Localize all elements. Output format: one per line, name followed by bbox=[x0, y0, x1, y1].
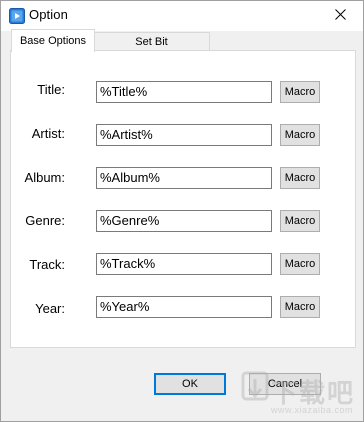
tab-base-options[interactable]: Base Options bbox=[11, 29, 95, 52]
year-label: Year: bbox=[35, 301, 65, 316]
genre-field[interactable]: %Genre% bbox=[96, 210, 272, 232]
tab-strip: Base Options Set Bit bbox=[9, 29, 357, 52]
artist-field[interactable]: %Artist% bbox=[96, 124, 272, 146]
cancel-button[interactable]: Cancel bbox=[249, 373, 321, 395]
year-macro-button[interactable]: Macro bbox=[280, 296, 320, 318]
year-field[interactable]: %Year% bbox=[96, 296, 272, 318]
tab-set-bit[interactable]: Set Bit bbox=[93, 32, 210, 51]
ok-button[interactable]: OK bbox=[154, 373, 226, 395]
genre-macro-button[interactable]: Macro bbox=[280, 210, 320, 232]
title-bar[interactable]: Option bbox=[1, 1, 363, 31]
album-label: Album: bbox=[24, 170, 65, 185]
track-macro-button[interactable]: Macro bbox=[280, 253, 320, 275]
track-field[interactable]: %Track% bbox=[96, 253, 272, 275]
title-label: Title: bbox=[37, 82, 65, 97]
media-player-icon bbox=[9, 8, 25, 24]
watermark-url: www.xiazaiba.com bbox=[271, 405, 354, 415]
album-macro-button[interactable]: Macro bbox=[280, 167, 320, 189]
genre-label: Genre: bbox=[25, 213, 65, 228]
option-dialog: Option Base Options Set Bit Title: %Titl… bbox=[0, 0, 364, 422]
artist-label: Artist: bbox=[31, 126, 65, 141]
tab-label: Base Options bbox=[19, 35, 87, 47]
tab-label: Set Bit bbox=[135, 36, 168, 48]
artist-macro-button[interactable]: Macro bbox=[280, 124, 320, 146]
base-options-panel: Title: %Title% Macro Artist: %Artist% Ma… bbox=[10, 50, 356, 348]
close-icon bbox=[334, 7, 346, 25]
track-label: Track: bbox=[29, 257, 65, 272]
title-field[interactable]: %Title% bbox=[96, 81, 272, 103]
title-macro-button[interactable]: Macro bbox=[280, 81, 320, 103]
window-title: Option bbox=[29, 7, 68, 22]
album-field[interactable]: %Album% bbox=[96, 167, 272, 189]
close-button[interactable] bbox=[317, 1, 363, 31]
